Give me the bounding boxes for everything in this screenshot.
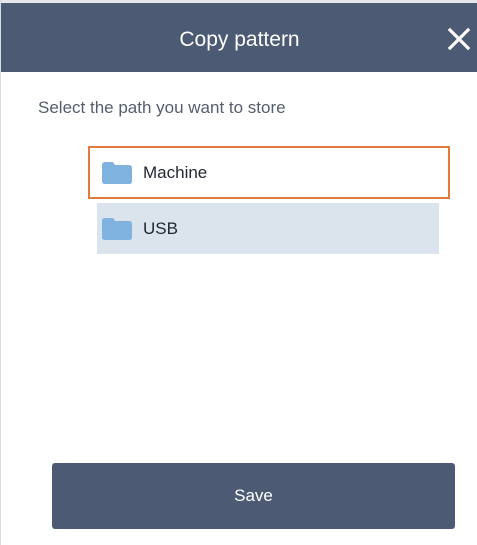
path-option-label: Machine <box>143 162 208 182</box>
instruction-text: Select the path you want to store <box>38 98 286 117</box>
copy-pattern-dialog: Copy pattern Select the path you want to… <box>0 0 477 545</box>
dialog-title: Copy pattern <box>179 28 300 51</box>
folder-icon <box>102 161 132 184</box>
path-option-usb[interactable]: USB <box>97 203 439 254</box>
path-option-machine[interactable]: Machine <box>88 146 450 199</box>
close-icon <box>447 27 471 51</box>
close-button[interactable] <box>444 24 474 54</box>
save-button[interactable]: Save <box>52 463 455 529</box>
dialog-header: Copy pattern <box>1 0 477 72</box>
path-option-label: USB <box>143 218 178 238</box>
folder-icon <box>102 217 132 240</box>
